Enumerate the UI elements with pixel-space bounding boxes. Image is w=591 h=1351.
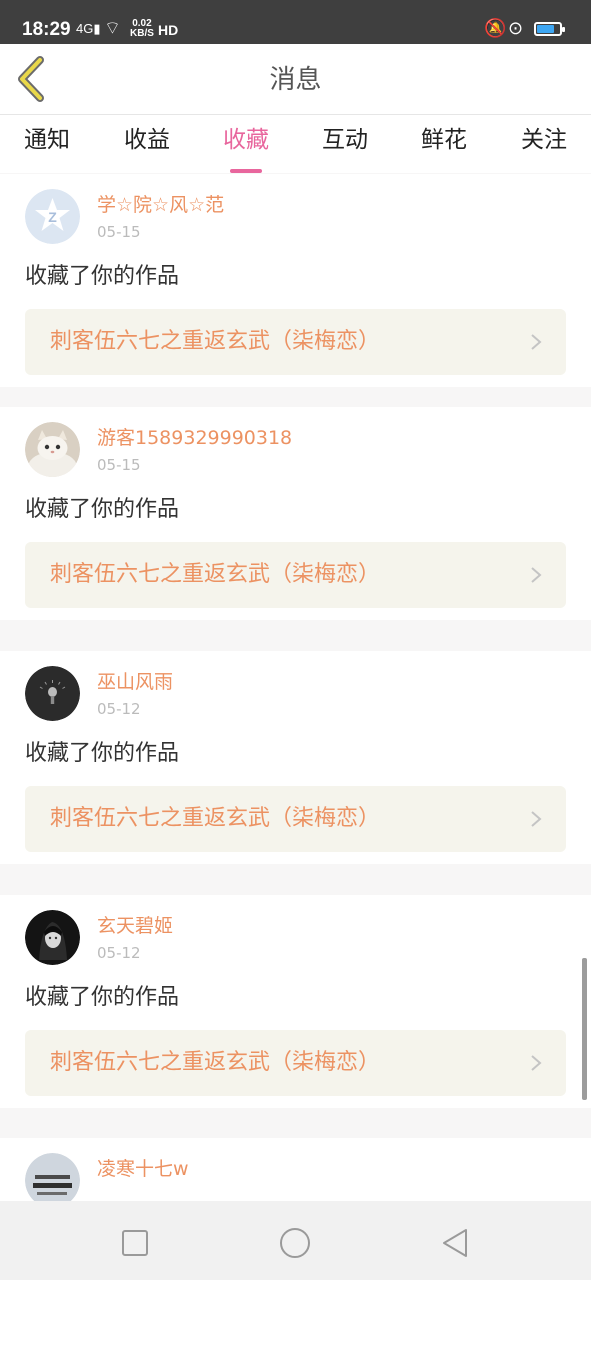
wifi-icon: ⌔ [104, 18, 121, 39]
tab-label: 鲜花 [421, 127, 467, 153]
username[interactable]: 巫山风雨 [97, 670, 173, 694]
message-text: 收藏了你的作品 [25, 985, 180, 1010]
tab-notifications[interactable]: 通知 [9, 125, 85, 165]
work-link[interactable]: 刺客伍六七之重返玄武（柒梅恋） [25, 786, 566, 852]
avatar[interactable]: Z [25, 189, 80, 244]
recent-apps-icon[interactable] [115, 1223, 155, 1263]
qq-default-avatar-icon: Z [25, 189, 80, 244]
message-card: 巫山风雨 05-12 收藏了你的作品 刺客伍六七之重返玄武（柒梅恋） [0, 651, 591, 864]
tab-label: 通知 [24, 127, 70, 153]
message-date: 05-12 [97, 944, 141, 962]
work-title: 刺客伍六七之重返玄武（柒梅恋） [50, 1050, 381, 1075]
message-date: 05-15 [97, 456, 141, 474]
message-card: 游客1589329990318 05-15 收藏了你的作品 刺客伍六七之重返玄武… [0, 407, 591, 620]
tab-label: 收藏 [223, 127, 269, 153]
hd-icon: HD [158, 22, 179, 38]
message-text: 收藏了你的作品 [25, 497, 180, 522]
username[interactable]: 学☆院☆风☆范 [97, 193, 224, 217]
avatar[interactable] [25, 1153, 80, 1208]
kitten-avatar-icon [25, 422, 80, 477]
avatar[interactable] [25, 422, 80, 477]
svg-text:Z: Z [48, 209, 57, 225]
status-bar: 18:29 4G▮ ⌔ 0.02 KB/S HD 🔕 ⊙ [0, 0, 591, 44]
net-speed-unit: KB/S [130, 28, 154, 39]
status-time: 18:29 [22, 19, 71, 40]
work-link[interactable]: 刺客伍六七之重返玄武（柒梅恋） [25, 309, 566, 375]
tab-label: 关注 [521, 127, 567, 153]
anime-girl-avatar-icon [25, 910, 80, 965]
work-title: 刺客伍六七之重返玄武（柒梅恋） [50, 329, 381, 354]
message-card: Z 学☆院☆风☆范 05-15 收藏了你的作品 刺客伍六七之重返玄武（柒梅恋） [0, 174, 591, 387]
battery-tip [562, 27, 565, 32]
battery-icon [534, 22, 565, 36]
page-title: 消息 [269, 65, 322, 95]
message-text: 收藏了你的作品 [25, 741, 180, 766]
message-text: 收藏了你的作品 [25, 264, 180, 289]
chevron-right-icon [531, 334, 542, 350]
avatar[interactable] [25, 666, 80, 721]
username[interactable]: 游客1589329990318 [97, 426, 292, 450]
rotation-lock-icon: ⊙ [508, 18, 524, 39]
home-icon[interactable] [275, 1223, 315, 1263]
work-link[interactable]: 刺客伍六七之重返玄武（柒梅恋） [25, 1030, 566, 1096]
system-nav-bar [0, 1201, 591, 1280]
message-date: 05-15 [97, 223, 141, 241]
chevron-right-icon [531, 1055, 542, 1071]
tab-flowers[interactable]: 鲜花 [406, 125, 482, 165]
tab-follows[interactable]: 关注 [506, 125, 582, 165]
message-date: 05-12 [97, 700, 141, 718]
active-tab-indicator [230, 169, 262, 173]
message-card: 玄天碧姬 05-12 收藏了你的作品 刺客伍六七之重返玄武（柒梅恋） [0, 895, 591, 1108]
tab-favorites[interactable]: 收藏 [208, 125, 284, 173]
tab-label: 互动 [322, 127, 368, 153]
app-header: 消息 [0, 44, 591, 115]
signal-icon: 4G▮ [76, 21, 101, 36]
chevron-right-icon [531, 567, 542, 583]
text-image-avatar-icon [25, 1153, 80, 1208]
back-triangle-icon[interactable] [436, 1223, 476, 1263]
tab-label: 收益 [124, 127, 170, 153]
tab-earnings[interactable]: 收益 [109, 125, 185, 165]
work-link[interactable]: 刺客伍六七之重返玄武（柒梅恋） [25, 542, 566, 608]
work-title: 刺客伍六七之重返玄武（柒梅恋） [50, 562, 381, 587]
username[interactable]: 凌寒十七w [97, 1157, 189, 1181]
signal-label: 4G [76, 21, 94, 36]
chevron-right-icon [531, 811, 542, 827]
net-speed: 0.02 KB/S [130, 19, 154, 39]
mute-bell-icon: 🔕 [484, 18, 507, 39]
tab-bar: 通知 收益 收藏 互动 鲜花 关注 [0, 115, 591, 173]
username[interactable]: 玄天碧姬 [97, 914, 173, 938]
lamp-avatar-icon [25, 666, 80, 721]
tab-interactions[interactable]: 互动 [307, 125, 383, 165]
avatar[interactable] [25, 910, 80, 965]
battery-fill [537, 25, 554, 33]
work-title: 刺客伍六七之重返玄武（柒梅恋） [50, 806, 381, 831]
scrollbar[interactable] [582, 958, 587, 1100]
